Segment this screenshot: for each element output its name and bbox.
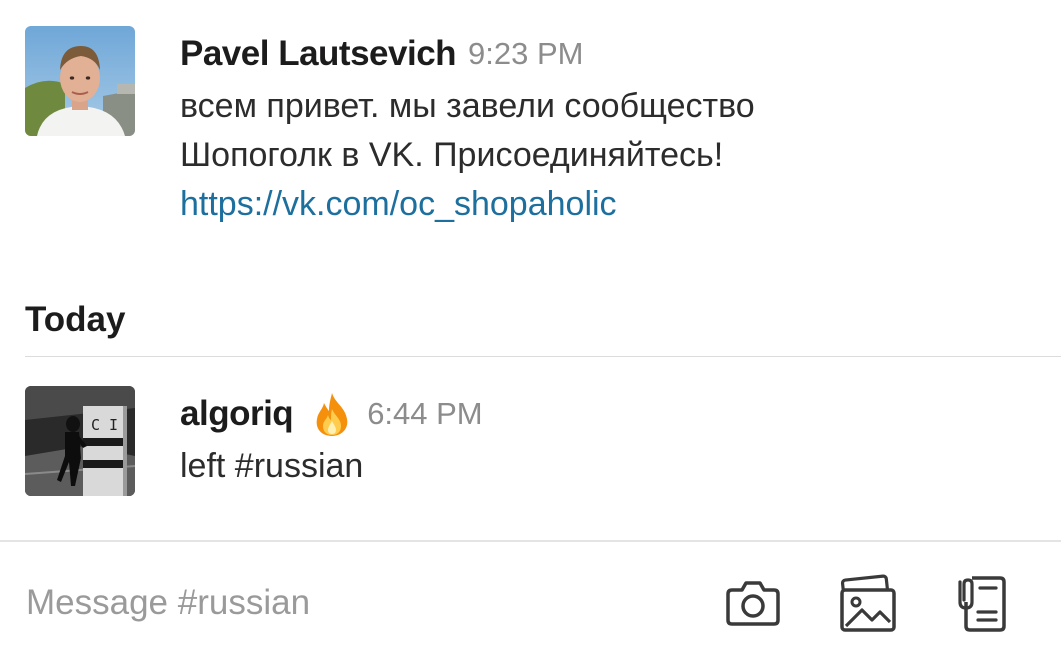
message-text-line: left #russian	[180, 447, 364, 485]
author-name[interactable]: algoriq	[180, 394, 294, 434]
message-body: algoriq 6:44 PM left #russian	[180, 386, 1041, 491]
message-text: всем привет. мы завели сообщество Шопого…	[180, 82, 1041, 229]
message-timestamp[interactable]: 6:44 PM	[367, 396, 482, 432]
avatar-photo: C I	[25, 386, 135, 496]
message-timestamp[interactable]: 9:23 PM	[468, 36, 583, 72]
camera-icon	[726, 581, 780, 626]
message-input[interactable]	[26, 578, 626, 628]
image-icon	[840, 574, 896, 632]
message-text-line: всем привет. мы завели сообщество	[180, 87, 755, 125]
chat-view: Pavel Lautsevich 9:23 PM всем привет. мы…	[0, 0, 1061, 667]
author-name[interactable]: Pavel Lautsevich	[180, 34, 457, 74]
divider-line	[25, 356, 1061, 357]
camera-button[interactable]	[722, 572, 784, 634]
message-meta: algoriq 6:44 PM	[180, 386, 1041, 442]
avatar[interactable]: C I	[25, 386, 135, 496]
file-icon	[958, 576, 1006, 632]
image-upload-button[interactable]	[836, 572, 898, 634]
message-body: Pavel Lautsevich 9:23 PM всем привет. мы…	[180, 26, 1041, 229]
message-composer	[0, 542, 1061, 667]
day-divider-label: Today	[25, 300, 126, 339]
message-text: left #russian	[180, 442, 1041, 491]
message-meta: Pavel Lautsevich 9:23 PM	[180, 26, 1041, 82]
file-attach-button[interactable]	[950, 572, 1012, 634]
day-divider: Today	[25, 296, 1061, 357]
avatar[interactable]	[25, 26, 135, 136]
message-text-line: Шопоголк в VK. Присоединяйтесь!	[180, 136, 724, 174]
svg-text:C I: C I	[91, 416, 118, 434]
fire-icon[interactable]	[311, 391, 353, 437]
avatar-photo	[25, 26, 135, 136]
message-link[interactable]: https://vk.com/oc_shopaholic	[180, 180, 1041, 229]
